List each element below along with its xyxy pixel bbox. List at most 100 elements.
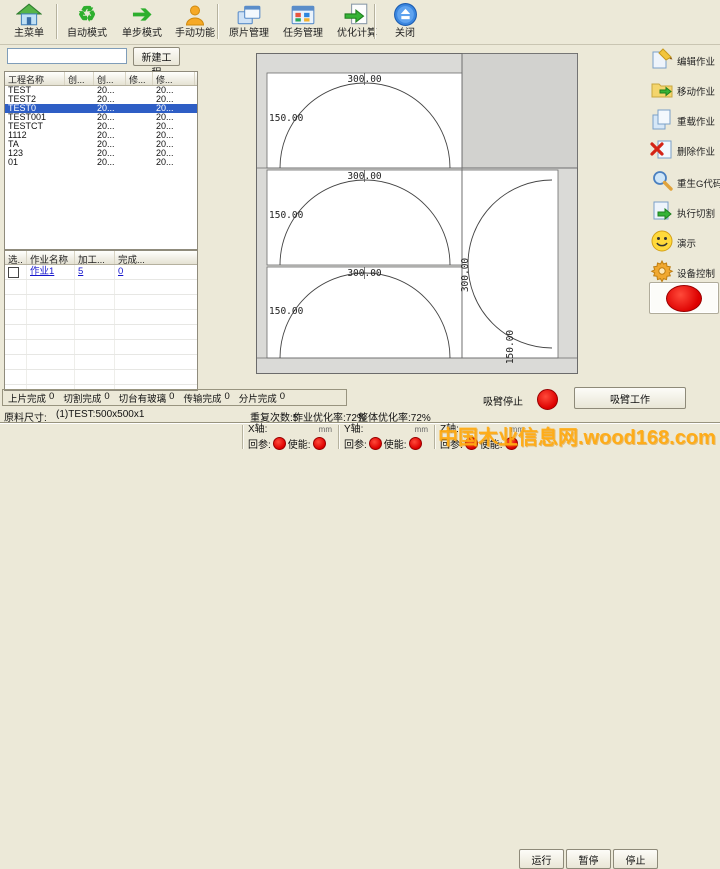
offcut-region: [462, 54, 578, 169]
auto-mode-icon: ♻: [60, 1, 114, 28]
empty-row: [5, 280, 197, 295]
table-row[interactable]: TA20...20...: [5, 140, 197, 149]
move-job-button[interactable]: 移动作业: [650, 77, 720, 105]
sheet-drawing: 300.00 150.00 300.00 150.00 300.00 150.0…: [256, 53, 578, 374]
empty-row: [5, 340, 197, 355]
job-row[interactable]: 作业1 5 0: [5, 265, 197, 280]
job-actions-panel: 编辑作业 移动作业 重载作业 删除作业 重生G代码 执行切割 演示 设备控制: [648, 45, 720, 389]
project-panel: 新建工程 工程名称 创... 创... 修... 修... TEST20...2…: [3, 45, 198, 389]
toolbar-main-menu[interactable]: 主菜单: [2, 1, 56, 42]
home-icon: [2, 1, 56, 28]
delete-job-button[interactable]: 删除作业: [650, 137, 720, 165]
table-row[interactable]: TEST20...20...: [5, 86, 197, 95]
table-row-selected[interactable]: TEST020...20...: [5, 104, 197, 113]
pause-button[interactable]: 暂停: [566, 849, 611, 869]
z-axis-group: Z轴:mm 回参:使能:: [440, 424, 530, 450]
col-created-1[interactable]: 创...: [65, 72, 94, 85]
job-table: 选.. 作业名称 加工... 完成... 作业1 5 0: [4, 250, 198, 391]
dim-height-4: 150.00: [505, 330, 516, 365]
suction-status-indicator: [537, 389, 558, 410]
empty-row: [5, 310, 197, 325]
new-project-button[interactable]: 新建工程: [133, 47, 180, 66]
dim-height-1: 150.00: [269, 113, 304, 124]
col-modified-1[interactable]: 修...: [126, 72, 153, 85]
close-icon: [378, 1, 432, 28]
x-enable-indicator: [313, 437, 326, 450]
panel-4: [462, 170, 558, 358]
regen-gcode-button[interactable]: 重生G代码: [650, 169, 720, 197]
emergency-stop-button[interactable]: [649, 282, 719, 314]
dim-height-3: 150.00: [269, 306, 304, 317]
task-manage-icon: [276, 1, 330, 28]
job-name-link[interactable]: 作业1: [30, 266, 54, 277]
col-completed[interactable]: 完成...: [115, 251, 193, 264]
table-row[interactable]: 0120...20...: [5, 158, 197, 167]
empty-row: [5, 355, 197, 370]
project-table-header: 工程名称 创... 创... 修... 修...: [5, 72, 197, 86]
delete-job-icon: [650, 137, 674, 166]
empty-row: [5, 325, 197, 340]
dim-height-2: 150.00: [269, 210, 304, 221]
col-job-name[interactable]: 作业名称: [27, 251, 75, 264]
toolbar-sheet-management[interactable]: 原片管理: [222, 1, 276, 42]
toolbar-auto-mode[interactable]: ♻ 自动模式: [60, 1, 114, 42]
suction-work-button[interactable]: 吸臂工作: [574, 387, 686, 409]
empty-row: [5, 370, 197, 385]
execute-cut-button[interactable]: 执行切割: [650, 199, 720, 227]
toolbar-step-mode[interactable]: ➔ 单步模式: [115, 1, 169, 42]
col-created-2[interactable]: 创...: [94, 72, 126, 85]
dim-width-1: 300.00: [347, 74, 382, 85]
x-axis-group: X轴:mm 回参:使能:: [248, 424, 338, 450]
z-ref-indicator: [465, 437, 478, 450]
toolbar-separator: [56, 4, 58, 39]
toolbar-manual-function[interactable]: 手动功能: [168, 1, 222, 42]
reload-job-button[interactable]: 重载作业: [650, 107, 720, 135]
dim-width-4: 300.00: [460, 258, 471, 293]
cutting-layout-canvas[interactable]: 300.00 150.00 300.00 150.00 300.00 150.0…: [198, 45, 648, 389]
manual-icon: [168, 1, 222, 28]
table-row[interactable]: 12320...20...: [5, 149, 197, 158]
toolbar-task-management[interactable]: 任务管理: [276, 1, 330, 42]
table-row[interactable]: TEST220...20...: [5, 95, 197, 104]
col-select[interactable]: 选..: [5, 251, 27, 264]
move-job-icon: [650, 77, 674, 106]
main-toolbar: 主菜单 ♻ 自动模式 ➔ 单步模式 手动功能 原片管理 任务管理 优化计算: [0, 0, 720, 45]
project-table: 工程名称 创... 创... 修... 修... TEST20...20... …: [4, 71, 198, 250]
demo-button[interactable]: 演示: [650, 229, 720, 257]
stop-button[interactable]: 停止: [613, 849, 658, 869]
empty-row: [5, 295, 197, 310]
toolbar-separator: [374, 4, 376, 39]
edit-job-button[interactable]: 编辑作业: [650, 47, 720, 75]
table-row[interactable]: TESTCT20...20...: [5, 122, 197, 131]
col-project-name[interactable]: 工程名称: [5, 72, 65, 85]
step-mode-icon: ➔: [115, 1, 169, 28]
job-completed-link[interactable]: 0: [118, 266, 123, 277]
demo-icon: [650, 229, 674, 258]
toolbar-separator: [217, 4, 219, 39]
process-status-bar: 上片完成0 切割完成0 切台有玻璃0 传输完成0 分片完成0: [2, 389, 347, 406]
job-table-header: 选.. 作业名称 加工... 完成...: [5, 251, 197, 265]
regen-gcode-icon: [650, 169, 674, 198]
edit-job-icon: [650, 47, 674, 76]
dim-width-2: 300.00: [347, 171, 382, 182]
material-size-value: (1)TEST:500x500x1: [56, 409, 144, 420]
red-stop-indicator-icon: [666, 285, 702, 312]
project-name-input[interactable]: [7, 48, 127, 64]
dim-width-3: 300.00: [347, 268, 382, 279]
run-button[interactable]: 运行: [519, 849, 564, 869]
y-axis-group: Y轴:mm 回参:使能:: [344, 424, 434, 450]
sheet-manage-icon: [222, 1, 276, 28]
job-processed-link[interactable]: 5: [78, 266, 83, 277]
axis-status-bar: X轴:mm 回参:使能: Y轴:mm 回参:使能: Z轴:mm 回参:使能: 运…: [0, 422, 720, 451]
execute-cut-icon: [650, 199, 674, 228]
y-ref-indicator: [369, 437, 382, 450]
job-checkbox[interactable]: [8, 267, 19, 278]
table-row[interactable]: 111220...20...: [5, 131, 197, 140]
toolbar-close[interactable]: 关闭: [378, 1, 432, 42]
col-processed[interactable]: 加工...: [75, 251, 115, 264]
table-row[interactable]: TEST00120...20...: [5, 113, 197, 122]
suction-stop-label: 吸臂停止: [483, 393, 523, 408]
y-enable-indicator: [409, 437, 422, 450]
col-modified-2[interactable]: 修...: [153, 72, 195, 85]
reload-job-icon: [650, 107, 674, 136]
